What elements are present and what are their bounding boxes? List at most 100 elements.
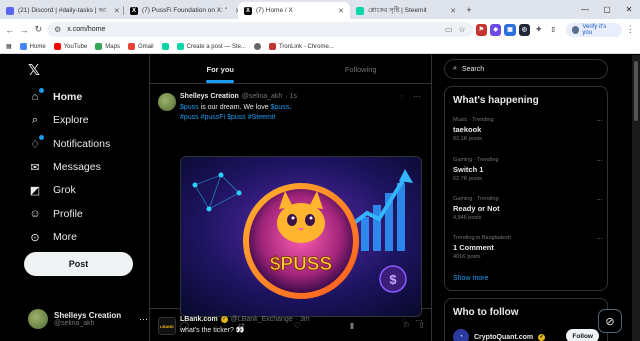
tweet[interactable]: Shelleys Creation @selina_akh · 1s ◌ ⋯ $… [150,84,431,330]
extension-icon[interactable]: ⚑ [475,23,487,36]
search-placeholder: Search [461,65,485,73]
bookmark-label: Create a post — Ste... [186,43,246,50]
extension-icon[interactable]: ◎ [518,23,531,36]
grok-explain-icon[interactable]: ◌ [402,316,407,325]
trend-category: Gaming · Trending [453,157,499,163]
close-tab-icon[interactable]: ✕ [334,7,344,15]
bookmark-steemit[interactable] [161,43,169,50]
browser-tab[interactable]: (21) Discord | #daily-tasks | আ ✕ [0,2,124,19]
search-input[interactable]: ⌕ Search [444,59,608,79]
close-tab-icon[interactable]: ✕ [110,7,120,15]
forward-icon[interactable]: → [18,25,29,35]
back-icon[interactable]: ← [4,25,15,35]
browser-tab-active[interactable]: X (7) Home / X ✕ [238,2,350,19]
extensions-puzzle-icon[interactable]: ✚ [533,23,545,36]
avatar[interactable] [158,93,176,111]
tweet[interactable]: LBANK LBank.com ✓ @LBank_Exchange · 3m ◌… [150,311,433,341]
new-tab-button[interactable]: + [462,2,476,19]
bookmark-globe[interactable] [253,43,261,50]
home-timeline: For you Following Shelleys Creation @sel… [149,55,432,341]
bookmark-youtube[interactable]: YouTube [53,43,87,50]
extension-icon[interactable]: ◆ [489,23,502,36]
tweet-author-handle[interactable]: @selina_akh [242,93,283,100]
x-logo-icon[interactable]: 𝕏 [28,61,40,79]
apps-grid-icon[interactable]: ▦ [6,43,12,50]
tweet-author-handle[interactable]: @LBank_Exchange [231,316,293,323]
person-icon: ☺ [29,208,41,220]
tweet-author-name[interactable]: Shelleys Creation [180,93,239,100]
follow-suggestion[interactable]: ◔ CryptoQuant.com ✓ [453,329,546,341]
nav-profile[interactable]: ☺ Profile [28,207,82,221]
grok-chat-icon[interactable]: ⊘ [598,309,622,333]
tweet-text-part: . [289,104,292,111]
browser-menu-icon[interactable]: ⋮ [625,24,636,35]
google-icon [19,43,27,50]
close-window-icon[interactable]: ✕ [618,5,640,14]
browser-tab[interactable]: শ্লোকের সৃষ্টি | Steemit ✕ [350,2,462,19]
more-icon[interactable]: ⋯ [413,92,421,101]
tweet-time[interactable]: · 1s [285,93,297,100]
post-button[interactable]: Post [24,252,133,276]
sidebar-icon[interactable]: ▯ [547,23,559,36]
more-icon[interactable]: ⋯ [596,196,603,204]
trend-item[interactable]: Gaming · Trending Switch 1 62.7K posts ⋯ [453,157,603,182]
more-icon[interactable]: ⋯ [415,316,423,325]
tab-following[interactable]: Following [291,55,432,83]
nav-grok[interactable]: ◩ Grok [28,183,76,197]
verify-profile-button[interactable]: Verify it's you [565,22,622,37]
nav-messages[interactable]: ✉ Messages [28,160,100,174]
install-app-icon[interactable]: ▭ [445,25,453,34]
bookmark-home[interactable]: Home [19,43,46,50]
more-icon[interactable]: ⋯ [596,157,603,165]
avatar[interactable]: LBANK [158,317,176,335]
reload-icon[interactable]: ↻ [33,24,44,35]
bookmark-create-post[interactable]: Create a post — Ste... [176,43,246,50]
x-favicon-icon: X [244,6,252,15]
search-icon: ⌕ [31,113,39,126]
panel-title: Who to follow [453,307,519,318]
minimize-icon[interactable]: — [574,5,596,14]
bookmark-maps[interactable]: Maps [95,43,120,50]
trend-item[interactable]: Gaming · Trending Ready or Not 4,846 pos… [453,196,603,221]
steemit-favicon-icon [356,6,364,15]
close-tab-icon[interactable]: ✕ [231,7,238,15]
more-icon[interactable]: ⋯ [596,235,603,243]
tweet-text: $puss is our dream. We love $puss. #puss… [180,103,420,122]
right-sidebar: ⌕ Search What's happening Music · Trendi… [444,55,610,341]
bookmark-star-icon[interactable]: ☆ [458,25,465,34]
bookmark-tronlink[interactable]: TronLink - Chrome... [268,43,334,50]
site-info-icon[interactable]: ⚙ [54,25,61,34]
address-bar[interactable]: ⚙ x.com/home ▭ ☆ [47,22,473,37]
account-switcher[interactable]: Shelleys Creation @selina_akh ⋯ [28,309,148,329]
nav-notifications[interactable]: ♢ Notifications [28,135,110,151]
cashtag-link[interactable]: $puss [180,104,199,111]
left-navigation: 𝕏 ⌂ Home ⌕ Explore ♢ Notifications ✉ Mes… [22,55,148,341]
avatar [571,25,580,34]
nav-more[interactable]: ⊙ More [28,230,77,244]
nav-label: More [53,231,77,243]
tab-for-you[interactable]: For you [150,55,291,83]
trend-item[interactable]: Trending in Bangladesh 1 Comment 401K po… [453,235,603,260]
hashtag-links[interactable]: #puss #pussFi $puss #Steemit [180,114,275,121]
browser-tab-strip: (21) Discord | #daily-tasks | আ ✕ X (7) … [0,0,640,19]
browser-tab[interactable]: X (7) PussFi Foundation on X: " ✕ [124,2,238,19]
show-more-link[interactable]: Show more [453,275,488,282]
tweet-author-name[interactable]: LBank.com [180,316,218,323]
follow-button[interactable]: Follow [566,329,599,341]
tweet-time[interactable]: · 3m [296,316,310,323]
extension-icon[interactable]: ▣ [504,23,516,36]
account-name: Shelleys Creation [54,311,122,320]
maximize-icon[interactable]: ▢ [596,5,618,14]
bookmark-gmail[interactable]: Gmail [127,43,154,50]
nav-explore[interactable]: ⌕ Explore [28,113,89,127]
maps-icon [95,43,103,50]
more-icon[interactable]: ⋯ [596,117,603,125]
trend-item[interactable]: Music · Trending taekook 82.1K posts ⋯ [453,117,603,142]
grok-explain-icon[interactable]: ◌ [400,92,405,101]
trend-posts: 401K posts [453,254,481,260]
cashtag-link[interactable]: $puss [271,104,290,111]
scrollbar[interactable] [632,55,640,341]
close-tab-icon[interactable]: ✕ [446,7,456,15]
nav-home[interactable]: ⌂ Home [28,88,82,104]
tweet-image[interactable]: $PUSS $ [180,156,422,317]
